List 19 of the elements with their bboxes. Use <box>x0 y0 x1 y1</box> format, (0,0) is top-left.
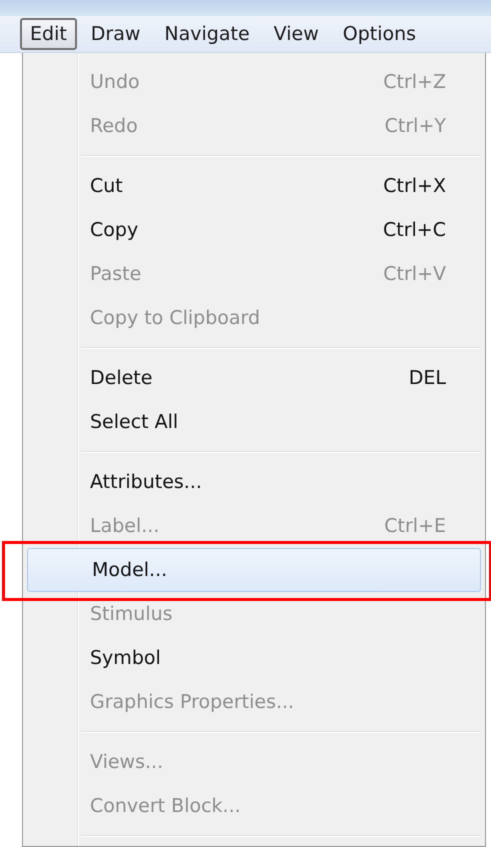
menu-item[interactable]: Model... <box>27 548 481 592</box>
menu-bar-item[interactable]: View <box>264 18 329 50</box>
menu-item[interactable]: Symbol <box>25 636 483 680</box>
menu-item[interactable]: Delete DEL <box>25 356 483 400</box>
menu-item[interactable]: Attributes... <box>25 460 483 504</box>
shortcut-label: Ctrl+Y <box>384 115 446 137</box>
menu-bar-item[interactable]: Edit <box>20 18 77 50</box>
menu-item[interactable]: Copy Ctrl+C <box>25 208 483 252</box>
shortcut-label: Ctrl+C <box>383 219 446 241</box>
menu-bar-item[interactable]: Navigate <box>154 18 260 50</box>
menu-bar-item[interactable]: Draw <box>80 18 150 50</box>
shortcut-label: Ctrl+E <box>384 515 446 537</box>
shortcut-label: DEL <box>408 367 446 389</box>
menu-bar-item[interactable]: Options <box>332 18 426 50</box>
menu-item[interactable]: Select All <box>25 400 483 444</box>
menu-item[interactable]: Cut Ctrl+X <box>25 164 483 208</box>
shortcut-label: Ctrl+V <box>383 263 446 285</box>
shortcut-label: Ctrl+X <box>383 175 446 197</box>
shortcut-label: Ctrl+Z <box>383 71 446 93</box>
